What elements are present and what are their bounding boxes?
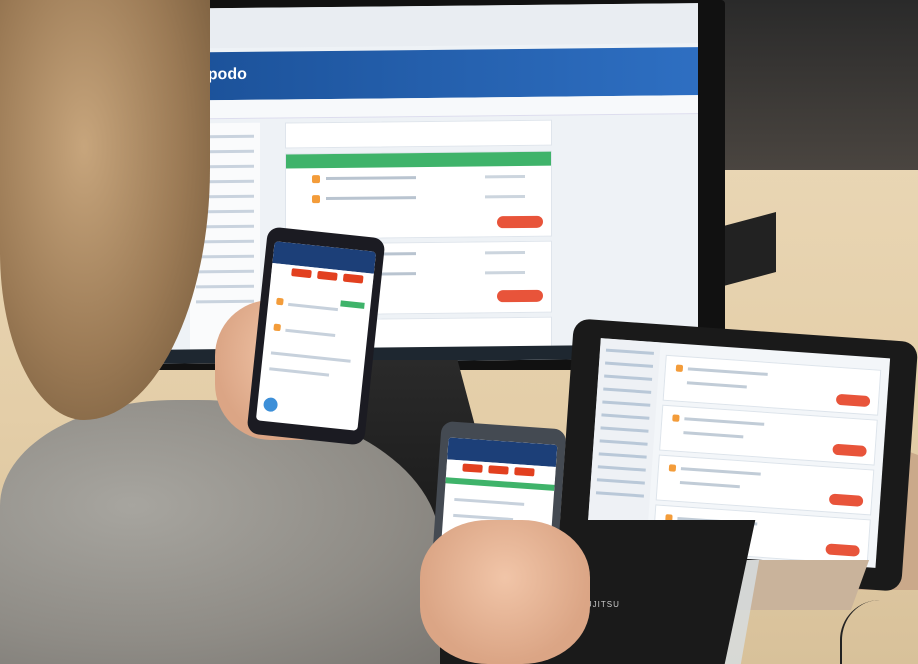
photo-scene: opodo FUJITSU (0, 0, 918, 664)
select-button (835, 393, 871, 408)
plane-icon (273, 323, 282, 332)
card-highlight-bar (286, 151, 551, 169)
background-wall (700, 0, 918, 170)
phone-highlight-bar (340, 300, 365, 309)
monitor-screen: opodo (150, 3, 698, 364)
plane-icon (672, 414, 680, 422)
plane-icon (276, 297, 284, 306)
fab-icon (262, 396, 279, 413)
result-card (285, 150, 552, 240)
select-button (832, 443, 867, 457)
plane-icon (675, 364, 684, 372)
phone-screen (255, 241, 377, 431)
select-button (497, 215, 543, 229)
browser-toolbar (150, 3, 698, 49)
plane-icon (312, 195, 320, 204)
select-button (825, 543, 860, 557)
plane-icon (312, 175, 320, 184)
sort-tabs (285, 119, 552, 149)
flight-row (292, 170, 545, 189)
plane-icon (668, 464, 677, 472)
smartphone-left (246, 226, 386, 446)
right-hand (420, 520, 590, 664)
select-button (828, 493, 864, 507)
select-button (497, 289, 543, 303)
flight-row (292, 190, 545, 209)
